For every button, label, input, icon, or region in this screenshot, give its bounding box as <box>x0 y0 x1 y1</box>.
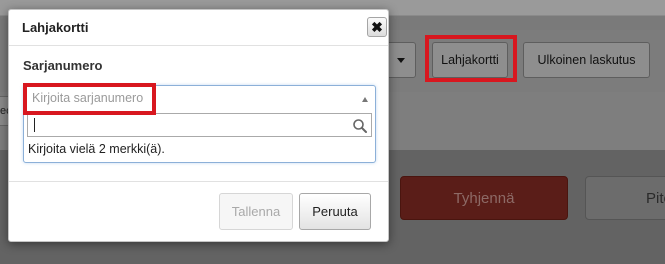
input-hint: Kirjoita vielä 2 merkki(ä). <box>28 142 165 156</box>
caret-down-icon <box>397 57 405 63</box>
dialog-title: Lahjakortti <box>22 20 89 35</box>
text-cursor <box>34 118 35 132</box>
dialog-footer: Tallenna Peruuta <box>9 181 388 241</box>
serial-number-label: Sarjanumero <box>23 58 103 73</box>
hold-button[interactable]: Pito <box>585 176 665 220</box>
caret-up-icon[interactable] <box>362 97 368 102</box>
dropdown-toggle-button[interactable] <box>386 42 416 78</box>
cancel-button[interactable]: Peruuta <box>299 193 371 230</box>
search-field[interactable] <box>27 113 372 137</box>
save-button[interactable]: Tallenna <box>219 193 293 230</box>
search-icon <box>353 119 367 133</box>
external-billing-button[interactable]: Ulkoinen laskutus <box>523 42 650 78</box>
giftcard-highlight-frame <box>425 35 517 82</box>
search-input[interactable] <box>28 114 348 136</box>
select-highlight-frame <box>23 83 156 115</box>
giftcard-dialog: Lahjakortti ✖ Sarjanumero Kirjoita sarja… <box>8 9 389 242</box>
dialog-header: Lahjakortti ✖ <box>9 10 388 46</box>
close-icon: ✖ <box>371 19 383 35</box>
close-button[interactable]: ✖ <box>367 17 387 37</box>
clear-button[interactable]: Tyhjennä <box>400 176 568 220</box>
